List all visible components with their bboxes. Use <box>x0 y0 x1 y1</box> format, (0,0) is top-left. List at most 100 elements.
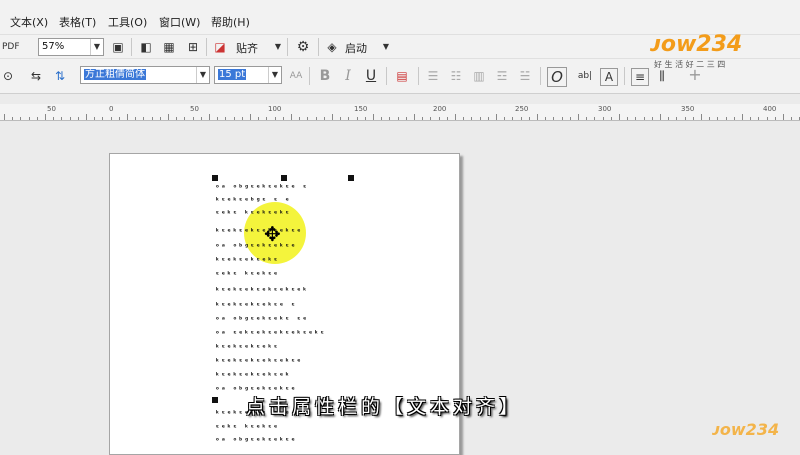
ruler-tick <box>414 114 415 120</box>
bullet-list-icon[interactable]: ☰ <box>425 68 441 84</box>
pdf-icon[interactable]: PDF <box>2 39 20 55</box>
gear-icon[interactable]: ⚙ <box>295 39 311 55</box>
horizontal-ruler[interactable]: 50 0 50 100 150 200 250 300 350 400 <box>0 104 800 121</box>
snap-icon[interactable]: ◪ <box>212 39 228 55</box>
italic-icon[interactable]: I <box>340 68 356 84</box>
chevron-down-icon[interactable]: ▼ <box>270 39 286 55</box>
ruler-tick <box>274 117 276 120</box>
menu-tools[interactable]: 工具(O) <box>108 14 147 30</box>
ruler-tick <box>512 117 514 120</box>
text-line: ᵏᵋᵉᵏᵋᵉᵏᵋᵉᵏᵋ <box>215 256 279 265</box>
edit-text-icon[interactable]: A <box>600 68 618 86</box>
selection-handle[interactable] <box>212 175 218 181</box>
ruler-tick <box>20 117 22 120</box>
ruler-tick <box>496 114 497 120</box>
ruler-tick <box>545 117 547 120</box>
ruler-tick <box>348 117 350 120</box>
ruler-tick <box>660 114 661 120</box>
indent-icon[interactable]: ☲ <box>494 68 510 84</box>
launch-label[interactable]: 启动 <box>345 40 367 56</box>
ruler-tick <box>405 117 407 120</box>
ruler-tick <box>504 117 506 120</box>
text-line: ᵏᵋᵉᵏᵋᵉᵏᵋᵉᵏᵋᵉ ᵋ <box>215 301 297 310</box>
guideline-icon[interactable]: ⊞ <box>185 39 201 55</box>
selection-handle[interactable] <box>281 175 287 181</box>
ruler-tick <box>397 117 399 120</box>
text-line: ᵋᵉᵏᵋ ᵏᵋᵉᵏᵋᵉᵏᵋ <box>215 209 291 218</box>
text-line: ᵒᵃ ᵒᵇᵍᵋᵉᵏᵋᵉᵏᵋᵉ <box>215 242 297 251</box>
ruler-tick <box>364 117 366 120</box>
selection-handle[interactable] <box>348 175 354 181</box>
text-line: ᵏᵋᵉᵏᵋᵉᵏᵋᵉᵏᵋᵉᵏᵋᵉ <box>215 357 303 366</box>
ruler-tick <box>61 117 63 120</box>
font-scale-icon[interactable]: AA <box>288 68 304 84</box>
brand-logo: ᴊᴏᴡ234 好 生 活 好 二 三 四 <box>650 32 780 72</box>
brand-logo-text: ᴊᴏᴡ234 <box>650 32 743 57</box>
chevron-down-icon[interactable]: ▼ <box>196 67 209 83</box>
ruler-tick <box>422 117 424 120</box>
text-properties-icon[interactable]: ab| <box>574 68 596 84</box>
ruler-tick <box>783 114 784 120</box>
ruler-tick <box>791 117 793 120</box>
font-size-combo[interactable]: 15 pt ▼ <box>214 66 282 84</box>
zoom-combo[interactable]: 57% ▼ <box>38 38 104 56</box>
launch-icon[interactable]: ◈ <box>324 39 340 55</box>
grid-icon[interactable]: ▦ <box>161 39 177 55</box>
full-screen-icon[interactable]: ▣ <box>110 39 126 55</box>
ruler-tick <box>487 117 489 120</box>
ruler-tick <box>602 117 604 120</box>
font-family-combo[interactable]: 方正粗倩简体 ▼ <box>80 66 210 84</box>
subtitle-caption: 点击属性栏的【文本对齐】 <box>246 396 523 418</box>
snap-label[interactable]: 贴齐 <box>236 40 258 56</box>
selection-handle[interactable] <box>212 397 218 403</box>
ruler-tick <box>94 117 96 120</box>
numbered-list-icon[interactable]: ☷ <box>448 68 464 84</box>
text-line: ᵋᵉᵏᵋ ᵏᵋᵉᵏᵋᵉ <box>215 423 279 432</box>
text-line: ᵏᵋᵉᵏᵋᵉᵇᵍᵋ ᵋ ᵉ <box>215 196 291 205</box>
outdent-icon[interactable]: ☱ <box>517 68 533 84</box>
ruler-tick <box>676 117 678 120</box>
ruler-tick <box>323 117 325 120</box>
ruler-tick <box>192 117 194 120</box>
drop-cap-icon[interactable]: ▥ <box>471 68 487 84</box>
ruler-tick <box>315 117 317 120</box>
chevron-down-icon[interactable]: ▼ <box>268 67 281 83</box>
welcome-screen-icon[interactable]: ◧ <box>138 39 154 55</box>
text-tool-icon[interactable]: ⊙ <box>0 68 16 84</box>
ruler-tick <box>176 117 178 120</box>
menu-window[interactable]: 窗口(W) <box>159 14 200 30</box>
chevron-down-icon[interactable]: ▼ <box>378 39 394 55</box>
ruler-tick <box>651 117 653 120</box>
text-line: ᵒᵃ ᵒᵇᵍᵋᵉᵏᵋᵉᵏᵋᵉ <box>215 436 297 445</box>
ruler-tick <box>430 117 432 120</box>
ruler-tick <box>586 117 588 120</box>
ruler-tick <box>135 117 137 120</box>
separator <box>624 67 625 85</box>
menu-help[interactable]: 帮助(H) <box>211 14 250 30</box>
underline-icon[interactable]: U <box>363 68 379 84</box>
separator <box>131 38 132 56</box>
opentype-icon[interactable]: O <box>547 67 567 87</box>
menu-table[interactable]: 表格(T) <box>59 14 96 30</box>
ruler-tick <box>250 114 251 120</box>
ruler-label: 350 <box>681 105 695 113</box>
chevron-down-icon[interactable]: ▼ <box>90 39 103 55</box>
ruler-tick <box>217 117 219 120</box>
corner-watermark: ᴊᴏᴡ234 <box>712 420 780 439</box>
zoom-value: 57% <box>42 41 65 52</box>
text-direction-icon[interactable]: ⇅ <box>52 68 68 84</box>
ruler-tick <box>307 117 309 120</box>
bold-icon[interactable]: B <box>317 68 333 84</box>
ruler-tick <box>241 117 243 120</box>
menu-text[interactable]: 文本(X) <box>10 14 48 30</box>
ruler-tick <box>619 114 620 120</box>
horizontal-text-icon[interactable]: ≡ <box>631 68 649 86</box>
separator <box>540 67 541 85</box>
ruler-tick <box>332 114 333 120</box>
ruler-tick <box>455 114 456 120</box>
text-align-icon[interactable]: ▤ <box>394 68 410 84</box>
ruler-tick <box>758 117 760 120</box>
ruler-label: 100 <box>268 105 282 113</box>
text-flip-icon[interactable]: ⇆ <box>28 68 44 84</box>
ruler-tick <box>389 117 391 120</box>
